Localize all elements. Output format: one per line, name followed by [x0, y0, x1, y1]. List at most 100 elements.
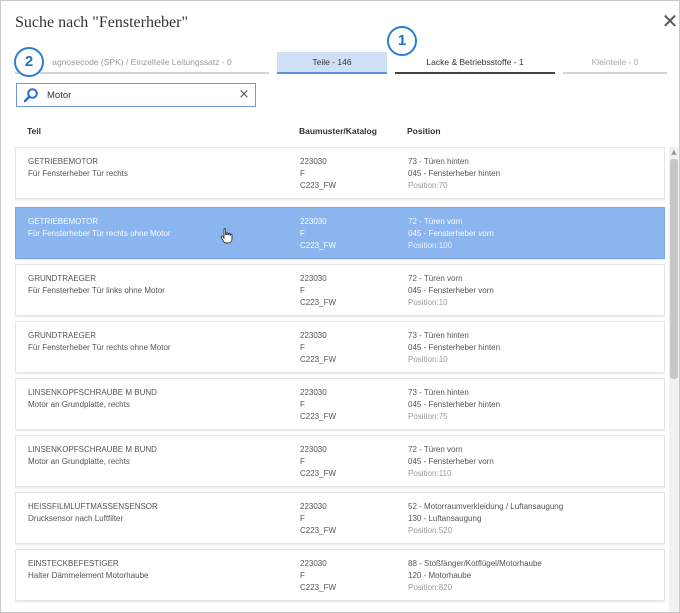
subgroup-value: 130 - Luftansaugung — [408, 514, 482, 523]
group-value: 73 - Türen hinten — [408, 331, 469, 340]
result-row[interactable]: HEISSFILMLUFTMASSENSENSOR Drucksensor nac… — [15, 492, 665, 544]
group-value: 72 - Türen vorn — [408, 274, 463, 283]
position-value: 10 — [438, 298, 448, 307]
result-row[interactable]: GRUNDTRAEGER Für Fensterheber Tür rechts … — [15, 321, 665, 373]
part-name: EINSTECKBEFESTIGER — [28, 559, 119, 568]
catalog-value: C223_FW — [300, 583, 337, 592]
code-value: F — [300, 286, 305, 295]
subgroup-value: 045 - Fensterheber vorn — [408, 457, 494, 466]
part-name: LINSENKOPFSCHRAUBE M BUND — [28, 445, 157, 454]
baumuster-value: 223030 — [300, 274, 327, 283]
catalog-value: C223_FW — [300, 412, 337, 421]
part-description: Für Fensterheber Tür rechts ohne Motor — [28, 343, 171, 352]
scroll-up-arrow-icon[interactable]: ▲ — [669, 147, 679, 157]
baumuster-value: 223030 — [300, 331, 327, 340]
dialog-title: Suche nach "Fensterheber" — [15, 14, 188, 31]
clear-search-icon[interactable]: × — [237, 86, 251, 104]
position-label: Position: — [408, 355, 439, 364]
scrollbar-thumb[interactable] — [670, 159, 678, 379]
catalog-value: C223_FW — [300, 241, 337, 250]
tab-kleinteile[interactable]: Kleinteile - 0 — [563, 52, 667, 74]
baumuster-value: 223030 — [300, 445, 327, 454]
code-value: F — [300, 400, 305, 409]
hand-cursor-icon — [220, 228, 233, 244]
result-row[interactable]: LINSENKOPFSCHRAUBE M BUND Motor an Grundp… — [15, 378, 665, 430]
part-description: Halter Dämmelement Motorhaube — [28, 571, 149, 580]
annotation-marker-2: 2 — [14, 47, 44, 77]
part-name: LINSENKOPFSCHRAUBE M BUND — [28, 388, 157, 397]
part-description: Für Fensterheber Tür rechts — [28, 169, 128, 178]
group-value: 72 - Türen vorn — [408, 217, 463, 226]
group-value: 88 - Stoßfänger/Kotflügel/Motorhaube — [408, 559, 542, 568]
baumuster-value: 223030 — [300, 559, 327, 568]
code-value: F — [300, 343, 305, 352]
subgroup-value: 045 - Fensterheber hinten — [408, 400, 501, 409]
result-row[interactable]: LINSENKOPFSCHRAUBE M BUND Motor an Grundp… — [15, 435, 665, 487]
result-row-selected[interactable]: GETRIEBEMOTOR Für Fensterheber Tür rechts… — [15, 207, 665, 259]
position-value: 75 — [438, 412, 448, 421]
subgroup-value: 120 - Motorhaube — [408, 571, 472, 580]
position-label: Position: — [408, 412, 439, 421]
position-label: Position: — [408, 298, 439, 307]
code-value: F — [300, 571, 305, 580]
column-header-position[interactable]: Position — [407, 126, 441, 136]
position-value: 820 — [438, 583, 453, 592]
part-name: HEISSFILMLUFTMASSENSENSOR — [28, 502, 158, 511]
catalog-value: C223_FW — [300, 355, 337, 364]
part-name: GRUNDTRAEGER — [28, 331, 97, 340]
group-value: 73 - Türen hinten — [408, 388, 469, 397]
position-label: Position: — [408, 181, 439, 190]
results-list: GETRIEBEMOTOR Für Fensterheber Tür rechts… — [15, 147, 665, 613]
tab-diagnosecode[interactable]: agnosecode (SPK) / Einzelteile Leitungss… — [15, 52, 269, 74]
catalog-value: C223_FW — [300, 181, 337, 190]
part-name: GETRIEBEMOTOR — [28, 157, 99, 166]
baumuster-value: 223030 — [300, 502, 327, 511]
tab-teile[interactable]: Teile - 146 — [277, 52, 387, 74]
part-name: GRUNDTRAEGER — [28, 274, 97, 283]
part-name: GETRIEBEMOTOR — [28, 217, 99, 226]
part-description: Für Fensterheber Tür rechts ohne Motor — [28, 229, 171, 238]
baumuster-value: 223030 — [300, 388, 327, 397]
search-input[interactable] — [47, 87, 227, 103]
group-value: 73 - Türen hinten — [408, 157, 469, 166]
column-header-teil[interactable]: Teil — [27, 126, 41, 136]
code-value: F — [300, 229, 305, 238]
annotation-marker-1: 1 — [387, 26, 417, 56]
search-box: × — [16, 83, 256, 107]
catalog-value: C223_FW — [300, 526, 337, 535]
part-description: Drucksensor nach Luftfilter — [28, 514, 124, 523]
position-label: Position: — [408, 241, 439, 250]
subgroup-value: 045 - Fensterheber hinten — [408, 343, 501, 352]
group-value: 52 - Motorraumverkleidung / Luftansaugun… — [408, 502, 564, 511]
code-value: F — [300, 514, 305, 523]
position-label: Position: — [408, 526, 439, 535]
catalog-value: C223_FW — [300, 298, 337, 307]
position-value: 100 — [438, 241, 453, 250]
subgroup-value: 045 - Fensterheber hinten — [408, 169, 501, 178]
result-row[interactable]: EINSTECKBEFESTIGER Halter Dämmelement Mot… — [15, 549, 665, 601]
search-dialog: Suche nach "Fensterheber" ✕ agnosecode (… — [0, 0, 680, 613]
position-value: 10 — [438, 355, 448, 364]
result-row[interactable]: GRUNDTRAEGER Für Fensterheber Tür links o… — [15, 264, 665, 316]
search-icon — [23, 88, 38, 103]
position-label: Position: — [408, 469, 439, 478]
position-value: 70 — [438, 181, 448, 190]
part-description: Motor an Grundplatte, rechts — [28, 400, 130, 409]
part-description: Motor an Grundplatte, rechts — [28, 457, 130, 466]
position-label: Position: — [408, 583, 439, 592]
column-header-baumuster[interactable]: Baumuster/Katalog — [299, 126, 377, 136]
position-value: 110 — [438, 469, 452, 478]
tab-lacke-betriebsstoffe[interactable]: Lacke & Betriebsstoffe - 1 — [395, 52, 555, 74]
subgroup-value: 045 - Fensterheber vorn — [408, 229, 494, 238]
tab-bar: agnosecode (SPK) / Einzelteile Leitungss… — [15, 52, 667, 74]
part-description: Für Fensterheber Tür links ohne Motor — [28, 286, 165, 295]
catalog-value: C223_FW — [300, 469, 337, 478]
results-scrollbar[interactable]: ▲ — [669, 147, 679, 612]
group-value: 72 - Türen vorn — [408, 445, 463, 454]
subgroup-value: 045 - Fensterheber vorn — [408, 286, 494, 295]
position-value: 520 — [438, 526, 453, 535]
baumuster-value: 223030 — [300, 217, 327, 226]
close-icon[interactable]: ✕ — [661, 10, 679, 32]
result-row[interactable]: GETRIEBEMOTOR Für Fensterheber Tür rechts… — [15, 147, 665, 199]
code-value: F — [300, 169, 305, 178]
